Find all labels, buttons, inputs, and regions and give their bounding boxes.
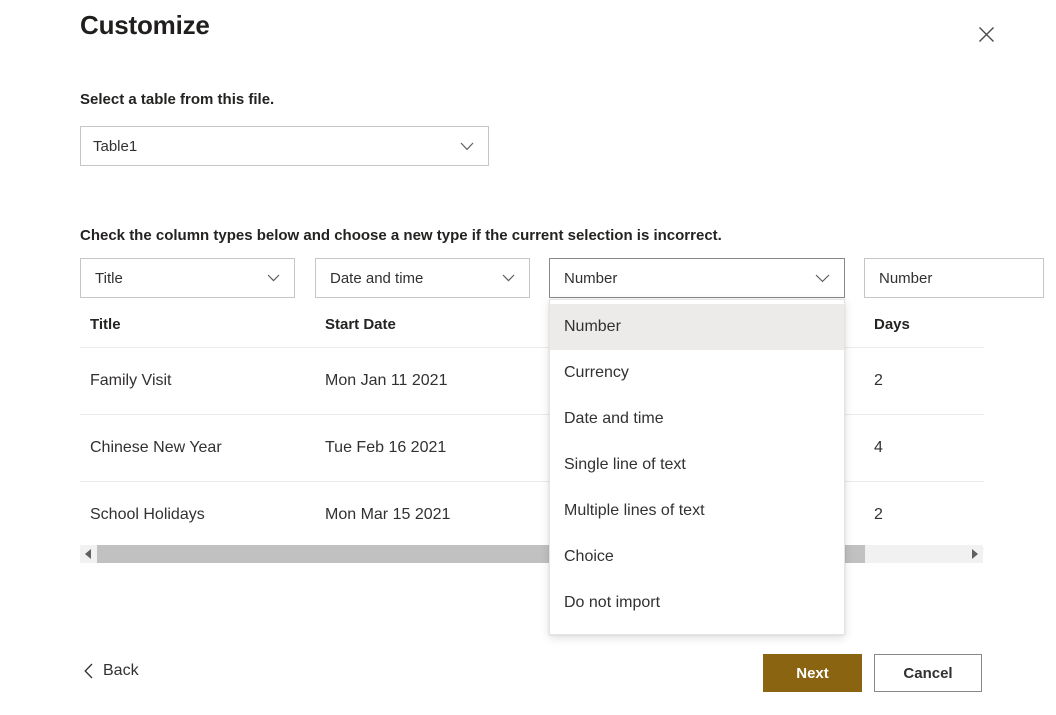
table-row: Chinese New Year Tue Feb 16 2021 4 (80, 415, 984, 482)
table-picker-label: Select a table from this file. (80, 91, 275, 108)
cell-days: 4 (874, 439, 883, 456)
caret-right-icon[interactable] (966, 545, 983, 563)
cell-days: 2 (874, 372, 883, 389)
next-button[interactable]: Next (763, 654, 862, 692)
back-button-label: Back (103, 662, 139, 679)
chevron-left-icon (84, 663, 93, 679)
cell-start-date: Mon Mar 15 2021 (325, 506, 451, 523)
table-row: School Holidays Mon Mar 15 2021 2 (80, 482, 984, 549)
column-header-start-date: Start Date (325, 316, 396, 333)
column-type-value: Number (879, 269, 933, 287)
customize-dialog: Customize Select a table from this file.… (0, 0, 1056, 715)
column-type-select-title[interactable]: Title (80, 258, 295, 298)
column-type-value: Title (95, 269, 123, 287)
menu-item-do-not-import[interactable]: Do not import (550, 580, 844, 626)
menu-item-number[interactable]: Number (550, 304, 844, 350)
close-icon (978, 26, 995, 46)
table-header-row: Title Start Date Days (80, 302, 984, 348)
column-type-value: Date and time (330, 269, 424, 287)
cell-start-date: Tue Feb 16 2021 (325, 439, 447, 456)
columns-instruction: Check the column types below and choose … (80, 227, 722, 244)
back-button[interactable]: Back (80, 656, 143, 686)
cell-title: Chinese New Year (90, 439, 222, 456)
cell-start-date: Mon Jan 11 2021 (325, 372, 448, 389)
menu-item-single-line-of-text[interactable]: Single line of text (550, 442, 844, 488)
table-select[interactable]: Table1 (80, 126, 489, 166)
column-type-select-days[interactable]: Number (864, 258, 1044, 298)
cancel-button[interactable]: Cancel (874, 654, 982, 692)
close-button[interactable] (968, 18, 1004, 54)
horizontal-scrollbar[interactable] (80, 545, 983, 563)
column-type-select-number-open[interactable]: Number (549, 258, 845, 298)
menu-item-choice[interactable]: Choice (550, 534, 844, 580)
menu-item-currency[interactable]: Currency (550, 350, 844, 396)
preview-table: Title Start Date Days Family Visit Mon J… (80, 302, 984, 549)
table-select-value: Table1 (93, 137, 138, 155)
column-header-days: Days (874, 316, 910, 333)
column-type-select-start-date[interactable]: Date and time (315, 258, 530, 298)
column-type-value: Number (564, 269, 618, 287)
table-row: Family Visit Mon Jan 11 2021 2 (80, 348, 984, 415)
cell-title: School Holidays (90, 506, 205, 523)
cell-days: 2 (874, 506, 883, 523)
cell-title: Family Visit (90, 372, 172, 389)
chevron-down-icon (815, 274, 844, 283)
page-title: Customize (80, 10, 210, 40)
caret-left-icon[interactable] (80, 545, 97, 563)
chevron-down-icon (460, 142, 488, 151)
column-type-row: Title Date and time Number Number (0, 258, 1056, 300)
menu-item-multiple-lines-of-text[interactable]: Multiple lines of text (550, 488, 844, 534)
chevron-down-icon (267, 274, 294, 282)
column-type-dropdown-menu[interactable]: Number Currency Date and time Single lin… (549, 299, 845, 635)
column-header-title: Title (90, 316, 121, 333)
menu-item-date-and-time[interactable]: Date and time (550, 396, 844, 442)
chevron-down-icon (502, 274, 529, 282)
